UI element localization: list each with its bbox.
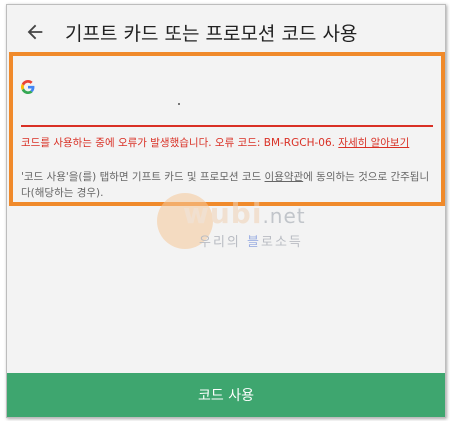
watermark: wubi.net 우리의 블로소득 (153, 193, 313, 257)
redeem-button[interactable]: 코드 사용 (7, 373, 445, 417)
back-button[interactable] (11, 5, 59, 59)
watermark-tagline-2: 블 (247, 235, 261, 250)
watermark-tagline: 우리의 블로소득 (199, 231, 303, 250)
highlight-box (9, 52, 445, 206)
app-bar: 기프트 카드 또는 프로모션 코드 사용 (7, 5, 445, 59)
watermark-main: wubi (183, 197, 263, 230)
page-title: 기프트 카드 또는 프로모션 코드 사용 (65, 22, 358, 45)
redeem-code-screen: 기프트 카드 또는 프로모션 코드 사용 코드를 사용하는 중에 오류가 발생했… (6, 4, 446, 418)
watermark-tagline-1: 우리의 (199, 235, 248, 250)
arrow-left-icon (27, 24, 43, 40)
watermark-domain: .net (262, 204, 306, 228)
watermark-logo: wubi.net (183, 197, 306, 230)
watermark-tagline-3: 로소득 (260, 235, 303, 250)
